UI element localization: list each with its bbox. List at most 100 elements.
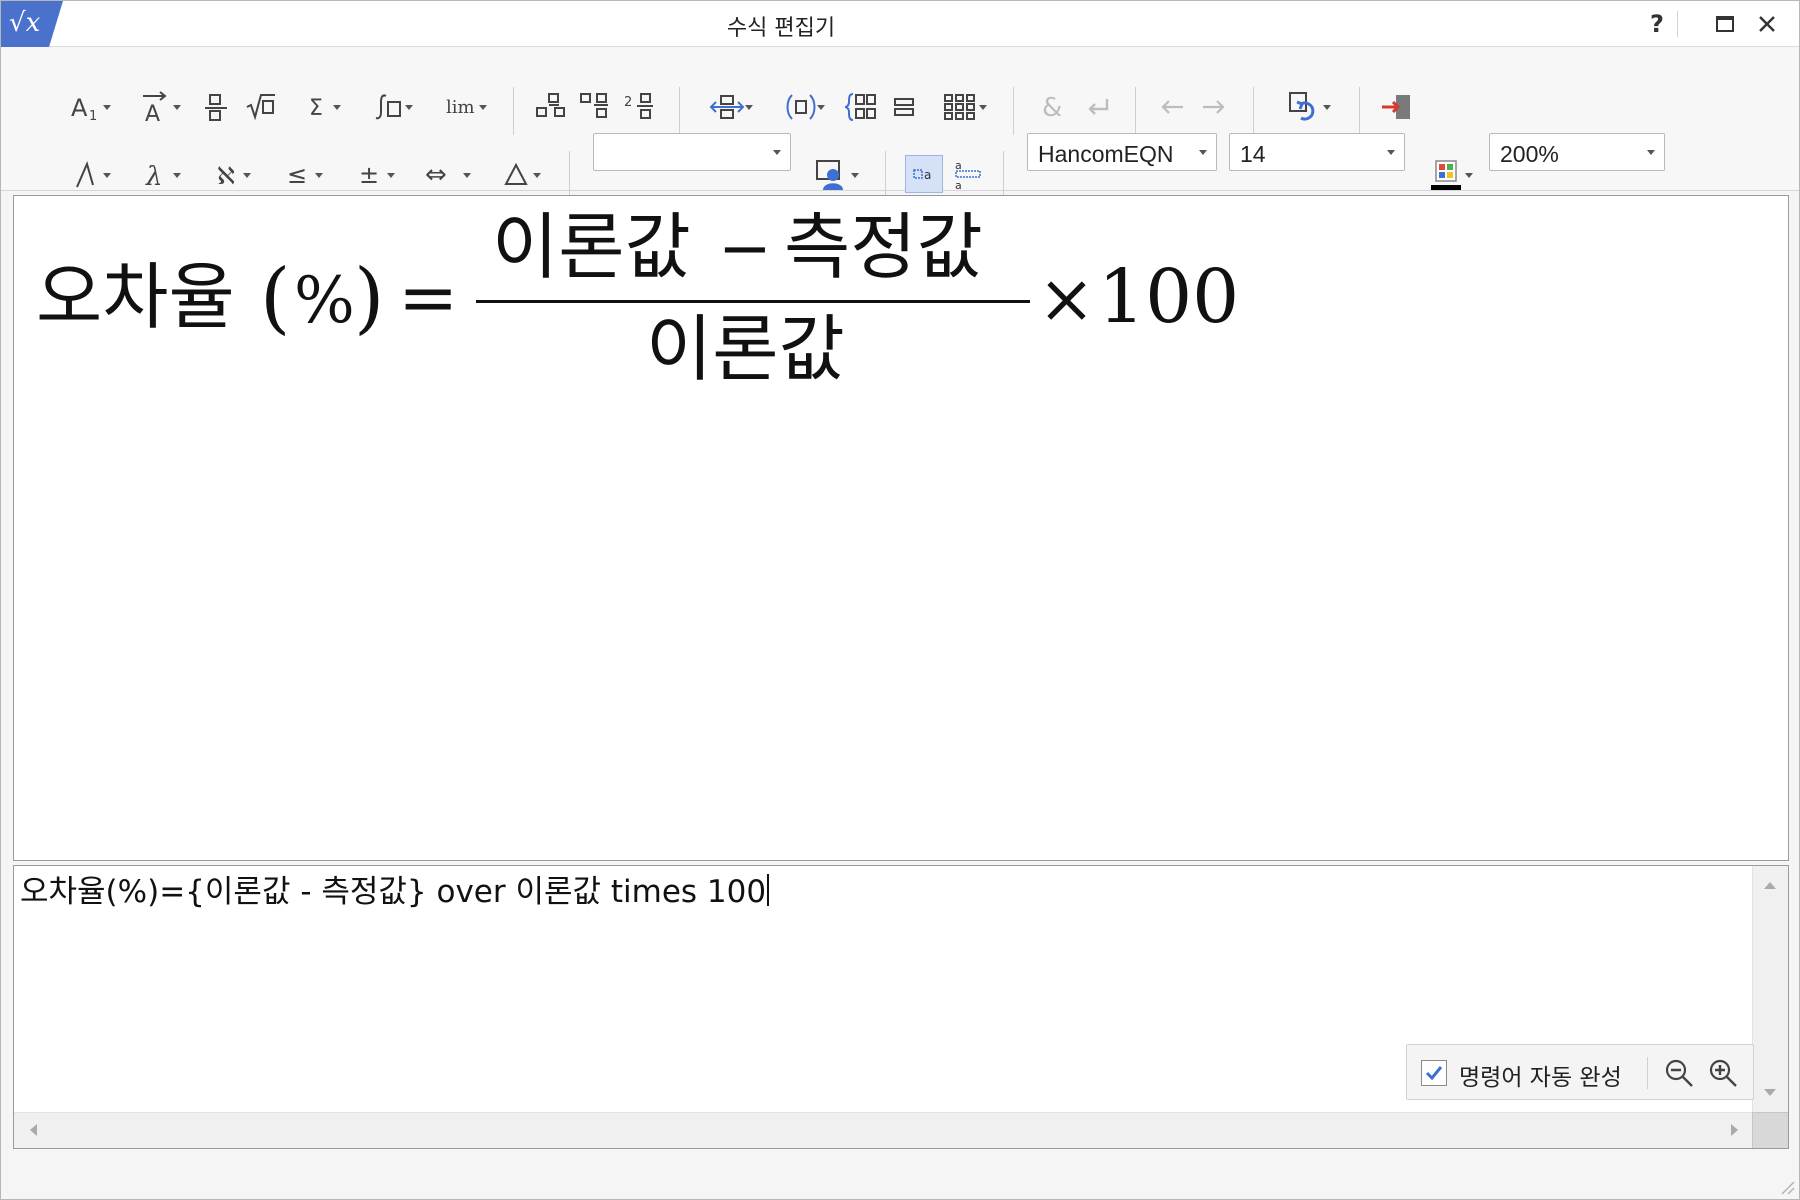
square-root-icon xyxy=(246,94,275,121)
ampersand-tool[interactable]: & xyxy=(1037,87,1071,127)
chevron-down-icon xyxy=(1647,150,1655,155)
autocomplete-divider xyxy=(1647,1057,1648,1089)
help-button[interactable]: ? xyxy=(1637,7,1677,41)
greek-uppercase-tool[interactable] xyxy=(57,155,115,195)
cases-tool[interactable] xyxy=(843,87,879,127)
denominator: 이론값 xyxy=(646,307,845,391)
relations-tool[interactable]: ≤ xyxy=(269,155,327,195)
subscript-icon: A 1 xyxy=(71,94,97,122)
integral-icon xyxy=(375,94,401,120)
toolbar-separator xyxy=(885,151,886,199)
pile-center-icon xyxy=(580,93,608,118)
resize-grip-icon[interactable] xyxy=(1777,1177,1795,1195)
pile-left-icon xyxy=(536,93,565,117)
cases-icon xyxy=(844,93,876,121)
scroll-right-button[interactable] xyxy=(1718,1113,1752,1147)
zoom-out-button[interactable] xyxy=(1661,1055,1697,1091)
lambda-icon: λ xyxy=(145,162,162,189)
font-select[interactable]: HancomEQN xyxy=(1027,133,1217,171)
horizontal-scrollbar[interactable] xyxy=(14,1112,1754,1148)
fraction-tool[interactable] xyxy=(199,87,233,127)
display-layout-icon: a a xyxy=(955,159,981,191)
chevron-down-icon xyxy=(1387,150,1395,155)
scroll-up-icon xyxy=(1764,882,1776,889)
svg-text:a: a xyxy=(955,159,962,172)
pile-center-tool[interactable] xyxy=(577,87,613,127)
style-select[interactable] xyxy=(593,133,791,171)
text-caret xyxy=(767,874,770,906)
inline-layout-toggle[interactable]: a xyxy=(905,155,943,193)
svg-text:⇔: ⇔ xyxy=(425,161,447,189)
hebrew-symbols-tool[interactable]: ℵ xyxy=(199,155,257,195)
scroll-down-button[interactable] xyxy=(1753,1076,1787,1110)
times-sign: × xyxy=(1038,260,1095,339)
vertical-scrollbar[interactable] xyxy=(1752,866,1788,1112)
pile-left-tool[interactable] xyxy=(533,87,569,127)
color-tool[interactable] xyxy=(1415,155,1477,195)
equation-percent: % xyxy=(294,264,355,338)
aleph-icon: ℵ xyxy=(217,162,235,189)
zoom-in-button[interactable] xyxy=(1705,1055,1741,1091)
subscript-superscript-tool[interactable]: A 1 xyxy=(57,87,115,127)
display-layout-toggle[interactable]: a a xyxy=(949,155,987,195)
close-button[interactable] xyxy=(1747,7,1787,41)
refresh-convert-icon xyxy=(1289,92,1315,121)
align-lines-icon xyxy=(894,98,914,116)
equation-lhs: 오차율 xyxy=(36,255,235,339)
redo-tool[interactable] xyxy=(1197,87,1231,127)
brackets-tool[interactable] xyxy=(771,87,831,127)
toolbar-separator xyxy=(1135,87,1136,135)
scroll-left-button[interactable] xyxy=(16,1113,50,1147)
inline-layout-icon: a xyxy=(913,168,931,182)
return-icon xyxy=(1088,99,1109,115)
arrow-left-icon xyxy=(1161,100,1183,114)
misc-symbols-tool[interactable] xyxy=(487,155,545,195)
summation-tool[interactable]: Σ xyxy=(291,87,349,127)
autocomplete-checkbox[interactable] xyxy=(1421,1060,1447,1086)
new-line-tool[interactable] xyxy=(1081,87,1115,127)
user-symbol-icon xyxy=(816,160,843,190)
greek-lowercase-tool[interactable]: λ xyxy=(127,155,185,195)
matrix-spacing-tool[interactable] xyxy=(697,87,757,127)
convert-tool[interactable] xyxy=(1273,87,1335,127)
decoration-tool[interactable]: A xyxy=(127,87,185,127)
zoom-select[interactable]: 200% xyxy=(1489,133,1665,171)
svg-text:±: ± xyxy=(359,161,379,189)
svg-text:2: 2 xyxy=(624,95,632,110)
arrows-tool[interactable]: ⇔ xyxy=(411,155,475,195)
undo-tool[interactable] xyxy=(1155,87,1189,127)
equation-preview[interactable]: 오차율 ( % ) = 이론값 − 측정값 이론값 × 100 xyxy=(13,195,1789,861)
svg-text:1: 1 xyxy=(89,109,97,122)
vector-accent-icon: A xyxy=(143,91,167,123)
operators-tool[interactable]: ± xyxy=(341,155,399,195)
toolbar-separator xyxy=(513,87,514,135)
sigma-icon: Σ xyxy=(309,96,323,121)
close-icon xyxy=(1759,16,1775,32)
maximize-button[interactable] xyxy=(1705,7,1745,41)
toolbar-separator xyxy=(1013,87,1014,135)
limit-tool[interactable]: lim xyxy=(431,87,493,127)
limit-icon: lim xyxy=(446,97,475,118)
scroll-left-icon xyxy=(30,1124,37,1136)
zoom-in-icon xyxy=(1709,1059,1737,1087)
align-tool[interactable] xyxy=(887,87,921,127)
svg-text:a: a xyxy=(955,179,962,191)
matrix-tool[interactable] xyxy=(929,87,991,127)
color-palette-icon xyxy=(1431,160,1461,190)
pile-right-tool[interactable]: 2 xyxy=(621,87,657,127)
script-text-line[interactable]: 오차율(%)={이론값 - 측정값} over 이론값 times 100 xyxy=(20,866,770,911)
script-editor[interactable]: 오차율(%)={이론값 - 측정값} over 이론값 times 100 명령… xyxy=(13,865,1789,1149)
svg-text:Σ: Σ xyxy=(309,96,323,121)
window-title: 수식 편집기 xyxy=(726,16,836,41)
font-size-select[interactable]: 14 xyxy=(1229,133,1405,171)
integral-tool[interactable] xyxy=(361,87,419,127)
checkmark-icon xyxy=(1425,1066,1443,1081)
double-arrow-icon: ⇔ xyxy=(425,161,447,189)
svg-text:lim: lim xyxy=(446,97,475,118)
root-tool[interactable] xyxy=(243,87,279,127)
horizontal-expand-icon xyxy=(709,95,745,119)
exit-button[interactable] xyxy=(1377,87,1417,127)
title-bar: √x 수식 편집기 ? xyxy=(1,1,1799,47)
user-symbol-tool[interactable] xyxy=(801,155,863,195)
scroll-up-button[interactable] xyxy=(1753,868,1787,902)
